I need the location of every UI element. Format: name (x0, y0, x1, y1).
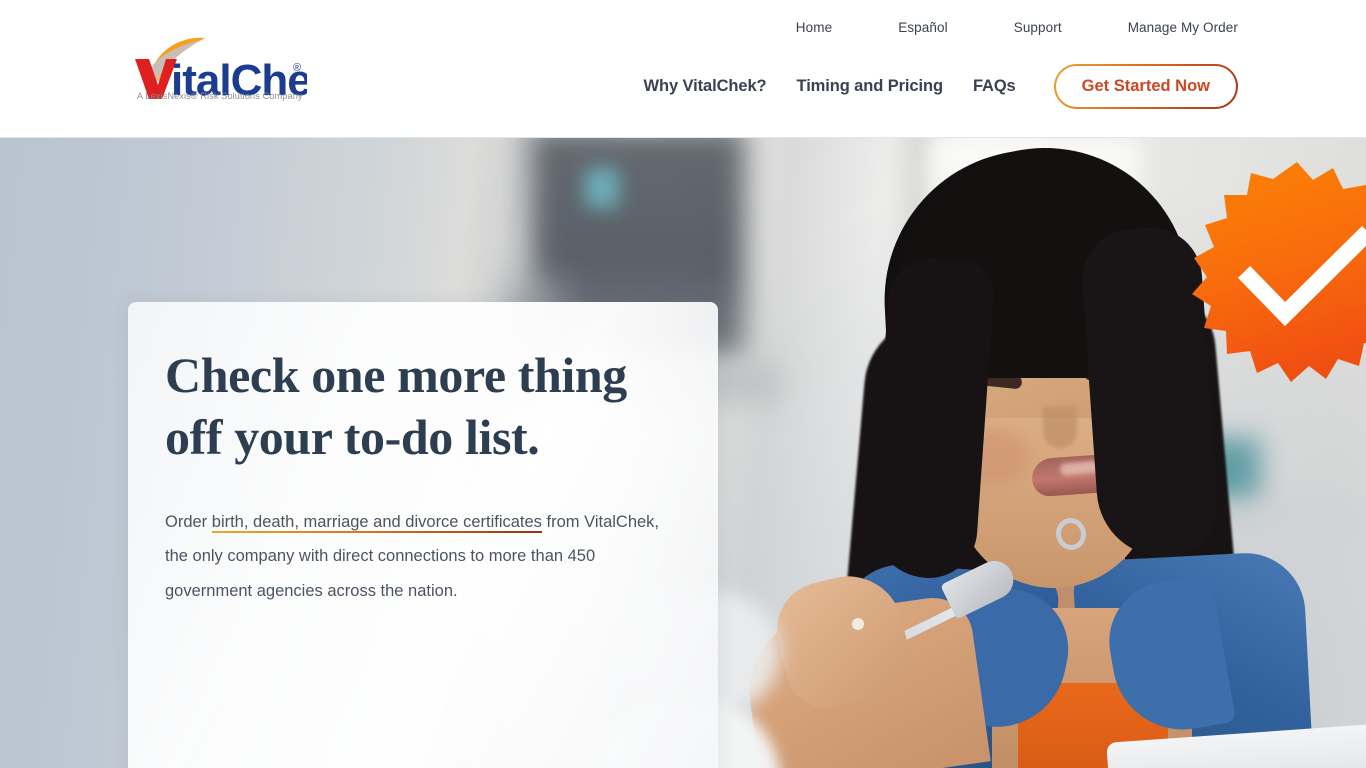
main-nav-link-timing-and-pricing[interactable]: Timing and Pricing (797, 77, 944, 96)
page-title: Check one more thing off your to-do list… (165, 347, 627, 465)
utility-nav-link-espanol[interactable]: Español (898, 20, 948, 35)
main-nav-item-timing-and-pricing[interactable]: Timing and Pricing (782, 77, 958, 96)
utility-nav-item-manage-my-order[interactable]: Manage My Order (1095, 20, 1238, 35)
utility-nav-item-home[interactable]: Home (763, 20, 865, 35)
utility-nav-item-support[interactable]: Support (981, 20, 1095, 35)
hero-content-card: Check one more thing off your to-do list… (128, 302, 718, 768)
hero-section: Check one more thing off your to-do list… (0, 138, 1366, 768)
hero-description: Order birth, death, marriage and divorce… (165, 505, 670, 608)
utility-nav-link-manage-my-order[interactable]: Manage My Order (1128, 20, 1238, 35)
background-shelf-item (585, 168, 619, 208)
utility-nav-item-espanol[interactable]: Español (865, 20, 981, 35)
hero-description-before: Order (165, 513, 212, 531)
utility-nav-link-home[interactable]: Home (796, 20, 832, 35)
main-nav: Why VitalChek? Timing and Pricing FAQs G… (629, 64, 1238, 109)
main-nav-item-faqs[interactable]: FAQs (958, 77, 1031, 96)
main-nav-link-why-vitalchek[interactable]: Why VitalChek? (644, 77, 767, 96)
site-logo[interactable]: italChek ® A LexisNexis® Risk Solutions … (127, 37, 307, 105)
main-nav-item-why-vitalchek[interactable]: Why VitalChek? (629, 77, 782, 96)
site-header: italChek ® A LexisNexis® Risk Solutions … (0, 0, 1366, 138)
utility-nav-link-support[interactable]: Support (1014, 20, 1062, 35)
utility-nav: Home Español Support Manage My Order (763, 20, 1238, 35)
certificates-link[interactable]: birth, death, marriage and divorce certi… (211, 513, 542, 533)
main-nav-link-faqs[interactable]: FAQs (973, 77, 1016, 96)
svg-text:®: ® (293, 62, 301, 74)
checkmark-starburst-icon (1192, 160, 1366, 390)
logo-tagline: A LexisNexis® Risk Solutions Company (137, 91, 303, 101)
get-started-now-header-button[interactable]: Get Started Now (1054, 64, 1238, 109)
